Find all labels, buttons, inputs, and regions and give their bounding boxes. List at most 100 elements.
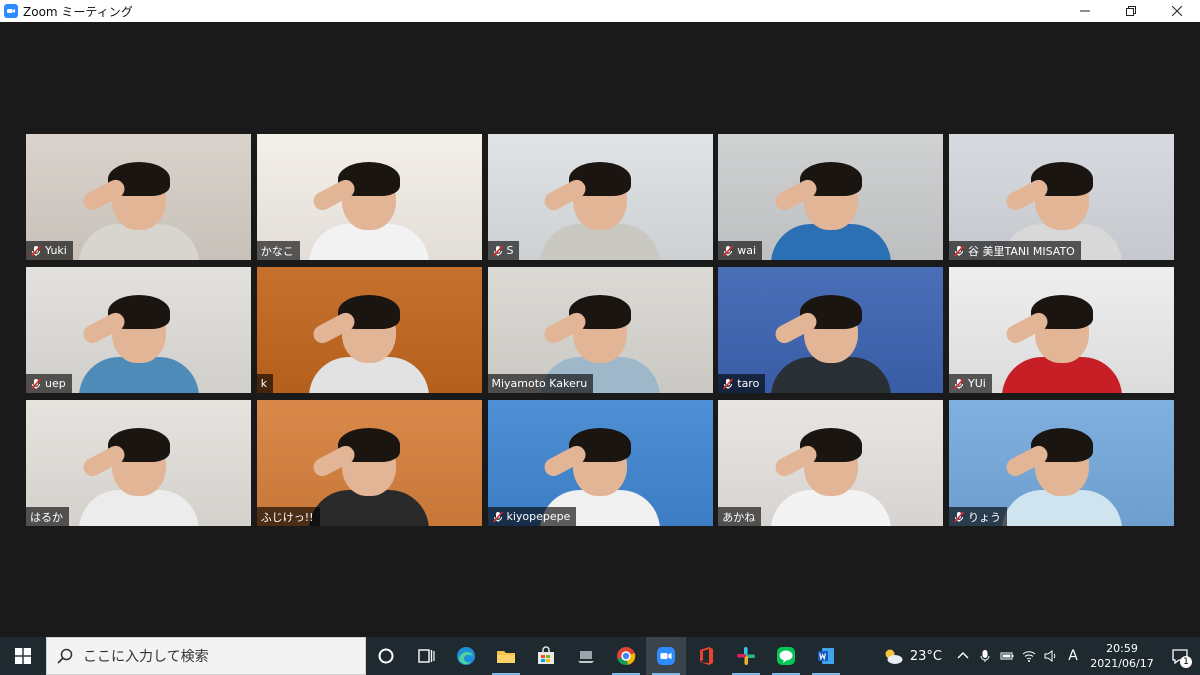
task-view-button[interactable] (406, 637, 446, 675)
participant-name: あかね (722, 510, 756, 524)
windows-taskbar: ここに入力して検索 23°C A 20:59 2021/06/17 1 (0, 637, 1200, 675)
taskbar-apps (366, 637, 846, 675)
participant-name: k (260, 377, 268, 390)
file-explorer-button[interactable] (486, 637, 526, 675)
video-tile[interactable]: k (256, 267, 482, 393)
taskbar-search-box[interactable]: ここに入力して検索 (46, 637, 366, 675)
zoom-taskbar-button[interactable] (646, 637, 686, 675)
participant-name: Yuki (45, 244, 67, 257)
minimize-icon (1080, 10, 1090, 12)
edge-browser-button[interactable] (446, 637, 486, 675)
participant-name-tag: Miyamoto Kakeru (487, 374, 594, 393)
video-tile[interactable]: かなこ (256, 134, 482, 260)
participant-name: はるか (30, 510, 63, 524)
title-bar: Zoom ミーティング (0, 0, 1200, 22)
microsoft-store-button[interactable] (526, 637, 566, 675)
video-tile[interactable]: はるか (26, 400, 251, 526)
video-tile[interactable]: wai (718, 134, 944, 260)
participant-name: かなこ (260, 244, 294, 258)
restore-button[interactable] (1108, 0, 1154, 22)
video-tile[interactable]: YUi (949, 267, 1174, 393)
participant-name: taro (737, 377, 760, 390)
video-tile[interactable]: uep (26, 267, 251, 393)
participant-name: S (506, 244, 514, 257)
word-button[interactable] (806, 637, 846, 675)
participant-name: YUi (968, 377, 986, 390)
wifi-icon (1022, 651, 1036, 662)
video-tile[interactable]: Miyamoto Kakeru (487, 267, 713, 393)
window-controls (1062, 0, 1200, 22)
video-tile[interactable]: S (487, 134, 713, 260)
microphone-icon (980, 650, 990, 662)
mic-muted-icon (953, 377, 965, 390)
mic-muted-icon (30, 377, 42, 390)
video-grid: Yuki かなこ Swai 谷 美里TANI MISATO uep k Miyamoto K… (26, 134, 1174, 526)
participant-video (540, 162, 660, 260)
cortana-button[interactable] (366, 637, 406, 675)
word-icon (818, 648, 834, 664)
restore-icon (1126, 6, 1136, 16)
video-tile[interactable]: kiyopepepe (487, 400, 713, 526)
start-button[interactable] (0, 637, 46, 675)
participant-video (309, 162, 430, 260)
participant-name: uep (45, 377, 66, 390)
action-center-button[interactable]: 1 (1160, 637, 1200, 675)
system-tray: 23°C A 20:59 2021/06/17 1 (872, 637, 1200, 675)
participant-name-tag: かなこ (256, 241, 300, 260)
weather-widget[interactable]: 23°C (872, 647, 952, 665)
chevron-up-icon (957, 652, 969, 659)
volume-tray-button[interactable] (1040, 637, 1062, 675)
partly-cloudy-icon (885, 649, 903, 664)
participant-name-tag: k (256, 374, 274, 393)
edge-icon (457, 647, 475, 665)
participant-name: りょう (968, 510, 1001, 524)
video-tile[interactable]: taro (718, 267, 944, 393)
participant-name-tag: Yuki (26, 241, 73, 260)
participant-video (78, 428, 199, 526)
weather-temperature: 23°C (909, 648, 942, 664)
search-placeholder: ここに入力して検索 (83, 649, 209, 665)
participant-video (78, 162, 199, 260)
close-icon (1172, 6, 1182, 16)
mic-muted-icon (722, 244, 734, 257)
notification-badge: 1 (1180, 656, 1192, 668)
battery-tray-button[interactable] (996, 637, 1018, 675)
participant-video (770, 428, 891, 526)
participant-video (1001, 428, 1122, 526)
video-tile[interactable]: あかね (718, 400, 944, 526)
office-icon (700, 647, 713, 665)
cortana-circle-icon (378, 648, 394, 664)
microphone-tray-button[interactable] (974, 637, 996, 675)
minimize-button[interactable] (1062, 0, 1108, 22)
pc-app-button[interactable] (566, 637, 606, 675)
ime-indicator[interactable]: A (1062, 637, 1084, 675)
speaker-icon (1044, 650, 1056, 662)
close-button[interactable] (1154, 0, 1200, 22)
video-tile[interactable]: りょう (949, 400, 1174, 526)
slack-icon (737, 647, 755, 665)
chrome-button[interactable] (606, 637, 646, 675)
participant-video (1001, 295, 1122, 393)
zoom-icon (657, 647, 675, 665)
show-hidden-icons-button[interactable] (952, 637, 974, 675)
battery-icon (1000, 652, 1014, 660)
clock-date: 2021/06/17 (1090, 657, 1154, 670)
participant-name: wai (737, 244, 757, 257)
participant-name-tag: S (487, 241, 520, 260)
line-button[interactable] (766, 637, 806, 675)
search-icon (57, 648, 73, 664)
line-icon (777, 647, 795, 665)
participant-video (78, 295, 199, 393)
taskbar-clock[interactable]: 20:59 2021/06/17 (1084, 641, 1160, 671)
video-tile[interactable]: 谷 美里TANI MISATO (949, 134, 1174, 260)
participant-video (770, 295, 891, 393)
office-button[interactable] (686, 637, 726, 675)
participant-name-tag: あかね (718, 507, 762, 526)
participant-name: Miyamoto Kakeru (491, 377, 588, 390)
mic-muted-icon (492, 244, 504, 257)
slack-button[interactable] (726, 637, 766, 675)
video-tile[interactable]: Yuki (26, 134, 251, 260)
wifi-tray-button[interactable] (1018, 637, 1040, 675)
store-bag-icon (538, 646, 554, 664)
video-tile[interactable]: ふじけっ!! (256, 400, 482, 526)
